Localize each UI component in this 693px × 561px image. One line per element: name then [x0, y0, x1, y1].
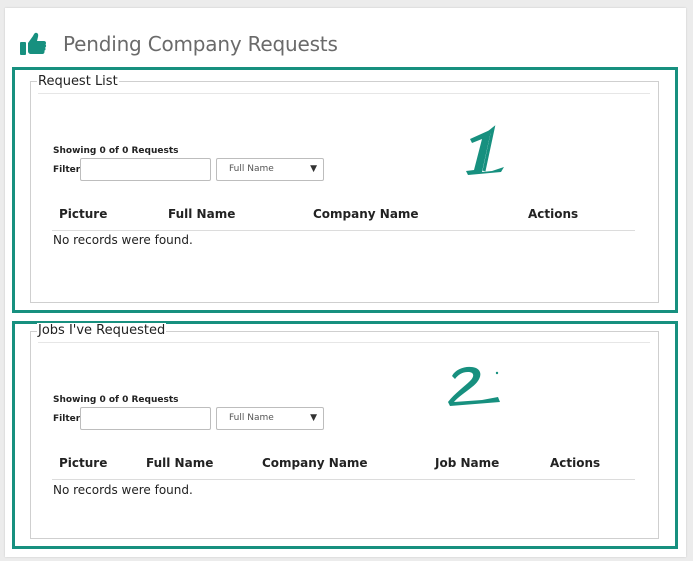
- filter-field-select[interactable]: Full Name ▼: [216, 158, 324, 181]
- column-header-company-name[interactable]: Company Name: [262, 456, 368, 470]
- select-value: Full Name: [229, 413, 274, 423]
- page-title: Pending Company Requests: [63, 32, 338, 56]
- annotation-marker-2: [448, 366, 500, 406]
- table-header-divider: [52, 479, 635, 480]
- select-value: Full Name: [229, 164, 274, 174]
- column-header-actions: Actions: [528, 207, 579, 221]
- jobs-requested-legend: Jobs I've Requested: [37, 323, 167, 338]
- table-header-divider: [52, 230, 635, 231]
- column-header-actions: Actions: [550, 456, 601, 470]
- thumbs-up-icon: [20, 32, 47, 55]
- column-header-job-name[interactable]: Job Name: [435, 456, 499, 470]
- filter-input[interactable]: [80, 158, 211, 181]
- empty-message: No records were found.: [53, 483, 193, 497]
- column-header-full-name[interactable]: Full Name: [146, 456, 213, 470]
- request-list-legend: Request List: [37, 74, 119, 89]
- annotation-marker-1: [466, 125, 504, 175]
- dropdown-arrow-icon: ▼: [310, 413, 317, 423]
- column-header-company-name[interactable]: Company Name: [313, 207, 419, 221]
- column-header-full-name[interactable]: Full Name: [168, 207, 235, 221]
- legend-divider: [38, 342, 650, 343]
- jobs-requested-fieldset: [30, 331, 659, 539]
- filter-field-select[interactable]: Full Name ▼: [216, 407, 324, 430]
- showing-count: Showing 0 of 0 Requests: [53, 395, 179, 405]
- page-header: Pending Company Requests: [19, 30, 338, 58]
- dropdown-arrow-icon: ▼: [310, 164, 317, 174]
- filter-input[interactable]: [80, 407, 211, 430]
- column-header-picture[interactable]: Picture: [59, 207, 107, 221]
- showing-count: Showing 0 of 0 Requests: [53, 146, 179, 156]
- request-list-fieldset: [30, 81, 659, 303]
- legend-divider: [38, 93, 650, 94]
- column-header-picture[interactable]: Picture: [59, 456, 107, 470]
- empty-message: No records were found.: [53, 233, 193, 247]
